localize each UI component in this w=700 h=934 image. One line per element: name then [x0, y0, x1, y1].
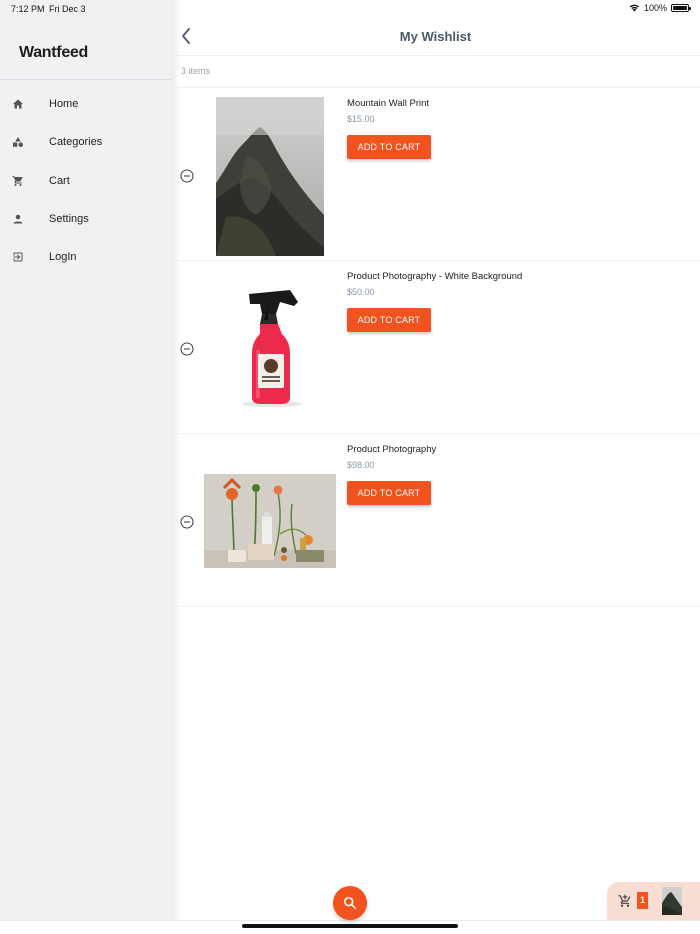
- minus-circle-icon: [180, 169, 194, 183]
- cart-item-thumbnail: [662, 887, 682, 915]
- home-icon: [12, 98, 24, 110]
- product-price: $50.00: [347, 287, 375, 297]
- still-life-photo: [204, 474, 336, 568]
- minus-circle-icon: [180, 342, 194, 356]
- product-image[interactable]: [216, 97, 324, 256]
- sidebar-item-home[interactable]: Home: [0, 85, 171, 123]
- sidebar-item-categories[interactable]: Categories: [0, 123, 171, 161]
- search-button[interactable]: [333, 886, 367, 920]
- home-indicator[interactable]: [242, 924, 458, 928]
- page-header: My Wishlist: [171, 18, 700, 56]
- sidebar: Wantfeed Home Categories Cart Settings L…: [0, 0, 171, 920]
- search-icon: [343, 896, 357, 910]
- cart-widget[interactable]: 1: [607, 882, 700, 920]
- add-to-cart-button[interactable]: ADD TO CART: [347, 135, 431, 159]
- product-image[interactable]: [204, 280, 336, 412]
- sidebar-item-label: Categories: [49, 136, 103, 149]
- remove-item-button[interactable]: [180, 515, 194, 529]
- product-name[interactable]: Mountain Wall Print: [347, 98, 429, 109]
- wishlist-item: Product Photography - White Background $…: [171, 261, 700, 434]
- spray-bottle-photo: [204, 280, 336, 412]
- status-bar: 7:12 PM Fri Dec 3 100%: [0, 0, 700, 18]
- login-icon: [12, 251, 24, 263]
- remove-item-button[interactable]: [180, 342, 194, 356]
- product-price: $15.00: [347, 114, 375, 124]
- product-name[interactable]: Product Photography - White Background: [347, 271, 522, 282]
- sidebar-divider: [0, 79, 171, 80]
- wishlist-item: Mountain Wall Print $15.00 ADD TO CART: [171, 88, 700, 261]
- wifi-icon: [629, 4, 640, 12]
- sidebar-item-label: Settings: [49, 213, 89, 226]
- mountain-photo: [662, 887, 682, 915]
- status-right: 100%: [629, 3, 691, 13]
- wishlist: Mountain Wall Print $15.00 ADD TO CART P…: [171, 88, 700, 607]
- sidebar-item-label: Home: [49, 98, 79, 111]
- status-date: Fri Dec 3: [49, 4, 86, 14]
- add-shopping-cart-icon: [618, 894, 632, 908]
- status-time: 7:12 PM: [11, 4, 45, 14]
- battery-icon: [671, 4, 691, 12]
- brand-logo[interactable]: Wantfeed: [19, 44, 88, 62]
- product-price: $98.00: [347, 460, 375, 470]
- sidebar-item-cart[interactable]: Cart: [0, 162, 171, 200]
- battery-percent: 100%: [643, 3, 667, 13]
- add-to-cart-button[interactable]: ADD TO CART: [347, 481, 431, 505]
- product-image[interactable]: [204, 474, 336, 568]
- sidebar-item-login[interactable]: LogIn: [0, 238, 171, 276]
- cart-count-badge: 1: [637, 892, 648, 909]
- sidebar-nav: Home Categories Cart Settings LogIn: [0, 85, 171, 276]
- minus-circle-icon: [180, 515, 194, 529]
- sidebar-item-label: LogIn: [49, 251, 77, 264]
- sidebar-item-settings[interactable]: Settings: [0, 200, 171, 238]
- wishlist-item: Product Photography $98.00 ADD TO CART: [171, 434, 700, 607]
- battery-fill: [673, 6, 687, 10]
- person-icon: [12, 213, 24, 225]
- mountain-photo: [216, 97, 324, 256]
- remove-item-button[interactable]: [180, 169, 194, 183]
- page-title: My Wishlist: [399, 29, 472, 44]
- add-to-cart-button[interactable]: ADD TO CART: [347, 308, 431, 332]
- items-count: 3 items: [181, 66, 211, 76]
- product-name[interactable]: Product Photography: [347, 444, 436, 455]
- cart-icon: [12, 175, 24, 187]
- sidebar-item-label: Cart: [49, 174, 70, 187]
- categories-icon: [12, 136, 24, 148]
